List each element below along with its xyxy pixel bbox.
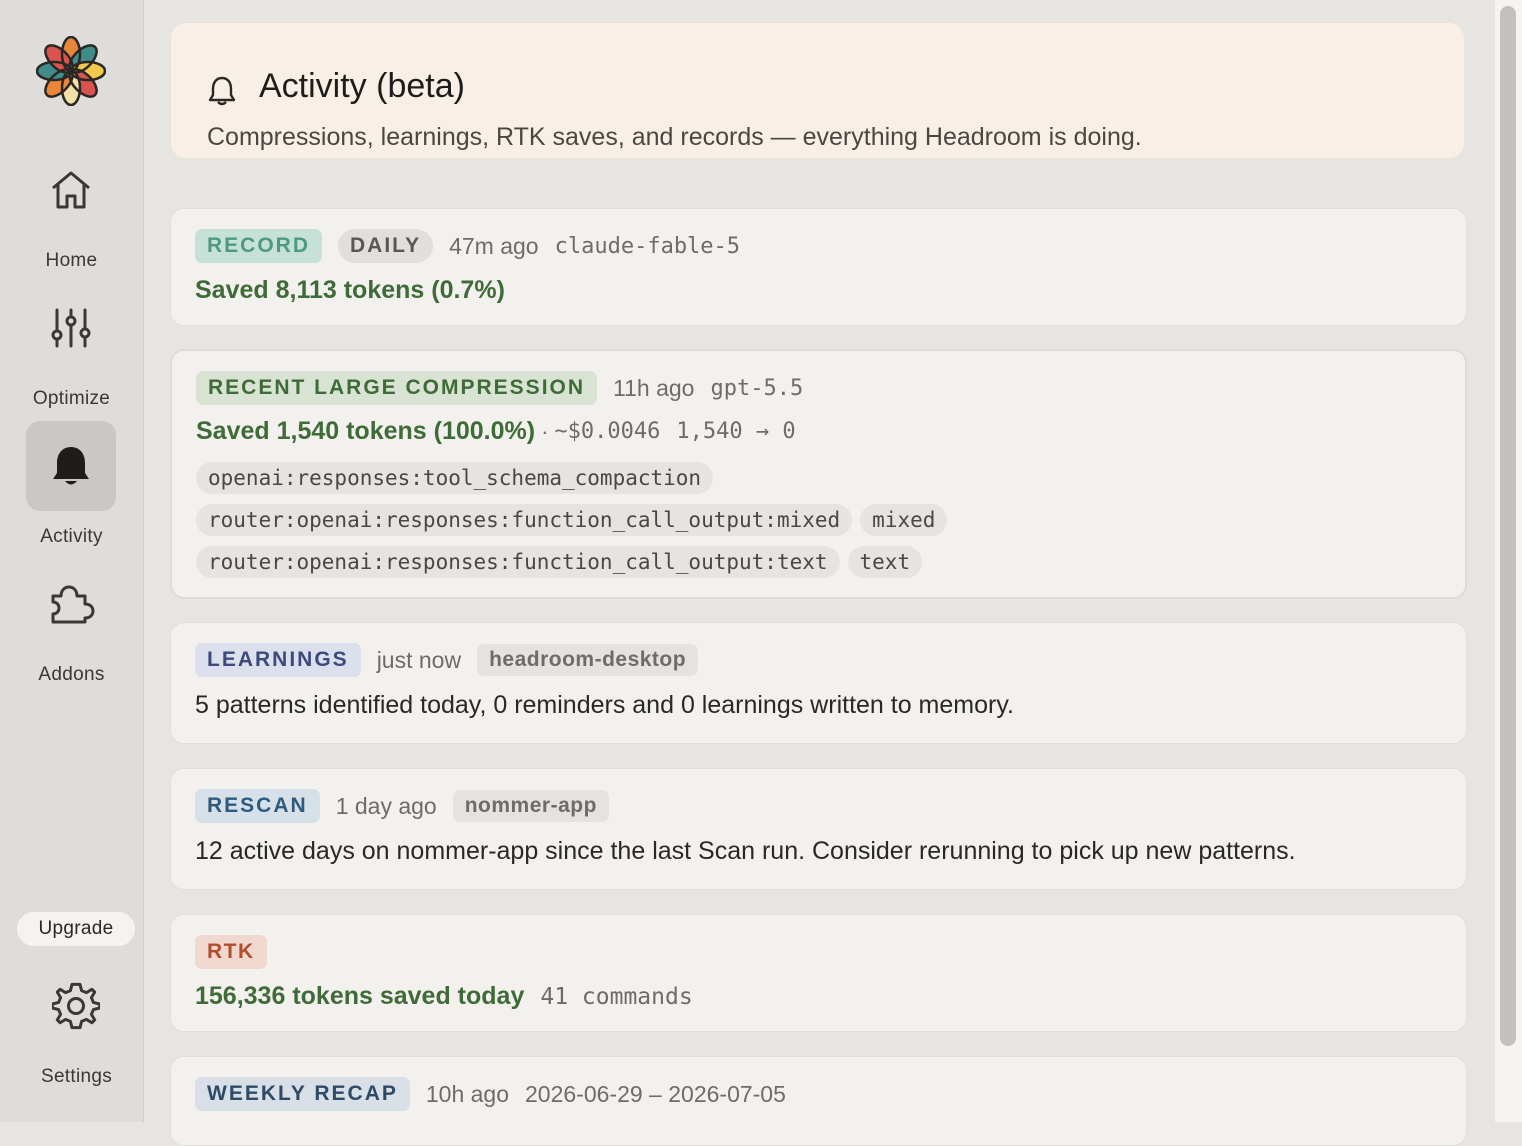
timestamp: 1 day ago bbox=[335, 792, 437, 819]
project-chip: nommer-app bbox=[452, 790, 609, 822]
activity-card-weekly[interactable]: WEEKLY RECAP 10h ago 2026-06-29 – 2026-0… bbox=[170, 1056, 1467, 1146]
token-transfer: 1,540 → 0 bbox=[676, 419, 796, 444]
model-name: claude-fable-5 bbox=[554, 233, 741, 259]
sidebar-item-label: Addons bbox=[38, 664, 105, 685]
timestamp: 10h ago bbox=[425, 1080, 510, 1107]
content-type-tag: text bbox=[847, 546, 923, 578]
project-chip: headroom-desktop bbox=[477, 644, 699, 676]
compression-badge: RECENT LARGE COMPRESSION bbox=[196, 371, 598, 405]
rescan-badge: RESCAN bbox=[195, 789, 320, 823]
rtk-badge: RTK bbox=[195, 935, 267, 969]
upgrade-button[interactable]: Upgrade bbox=[17, 912, 135, 946]
sidebar-item-label: Optimize bbox=[32, 388, 111, 409]
home-icon bbox=[26, 145, 116, 235]
sidebar: Home Optimize Activity Addons Upgrade Se… bbox=[0, 0, 144, 1122]
period-badge: DAILY bbox=[338, 229, 434, 263]
bell-icon bbox=[26, 421, 116, 511]
timestamp: just now bbox=[376, 646, 462, 673]
timestamp: 11h ago bbox=[613, 374, 695, 401]
saved-tokens: Saved 8,113 tokens (0.7%) bbox=[195, 276, 505, 304]
command-count: 41 commands bbox=[540, 983, 693, 1010]
activity-card-rtk[interactable]: RTK 156,336 tokens saved today 41 comman… bbox=[170, 914, 1467, 1032]
saved-tokens: Saved 1,540 tokens (100.0%) bbox=[196, 417, 536, 445]
learnings-badge: LEARNINGS bbox=[195, 643, 361, 677]
date-range: 2026-06-29 – 2026-07-05 bbox=[525, 1080, 786, 1107]
activity-card-learnings[interactable]: LEARNINGS just now headroom-desktop 5 pa… bbox=[170, 622, 1467, 744]
gear-icon bbox=[31, 961, 121, 1051]
sidebar-item-label: Settings bbox=[40, 1066, 113, 1087]
strategy-tag: router:openai:responses:function_call_ou… bbox=[196, 546, 840, 578]
page-title: Activity (beta) bbox=[259, 67, 465, 105]
learnings-summary: 5 patterns identified today, 0 reminders… bbox=[195, 691, 1014, 719]
sidebar-item-label: Home bbox=[45, 250, 98, 271]
sliders-icon bbox=[26, 283, 116, 373]
weekly-recap-badge: WEEKLY RECAP bbox=[195, 1077, 410, 1111]
activity-card-record[interactable]: RECORD DAILY 47m ago claude-fable-5 Save… bbox=[170, 208, 1467, 326]
sidebar-item-label: Activity bbox=[40, 526, 103, 547]
activity-card-rescan[interactable]: RESCAN 1 day ago nommer-app 12 active da… bbox=[170, 768, 1467, 890]
model-name: gpt-5.5 bbox=[710, 375, 804, 401]
strategy-tag: openai:responses:tool_schema_compaction bbox=[196, 462, 714, 494]
saved-tokens: 156,336 tokens saved today bbox=[195, 982, 525, 1010]
content-type-tag: mixed bbox=[860, 504, 948, 536]
puzzle-icon bbox=[26, 559, 116, 649]
separator: · bbox=[541, 418, 549, 444]
activity-header-banner: Activity (beta) Compressions, learnings,… bbox=[170, 22, 1465, 159]
cost-estimate: ~$0.0046 bbox=[554, 419, 661, 444]
bell-outline-icon bbox=[208, 76, 236, 106]
strategy-tag: router:openai:responses:function_call_ou… bbox=[196, 504, 853, 536]
timestamp: 47m ago bbox=[449, 232, 539, 259]
activity-card-compression[interactable]: RECENT LARGE COMPRESSION 11h ago gpt-5.5… bbox=[170, 349, 1467, 599]
record-badge: RECORD bbox=[195, 229, 323, 263]
headroom-logo bbox=[36, 36, 106, 106]
page-subtitle: Compressions, learnings, RTK saves, and … bbox=[207, 123, 1142, 151]
scrollbar-thumb[interactable] bbox=[1500, 6, 1516, 1046]
rescan-summary: 12 active days on nommer-app since the l… bbox=[195, 837, 1296, 865]
